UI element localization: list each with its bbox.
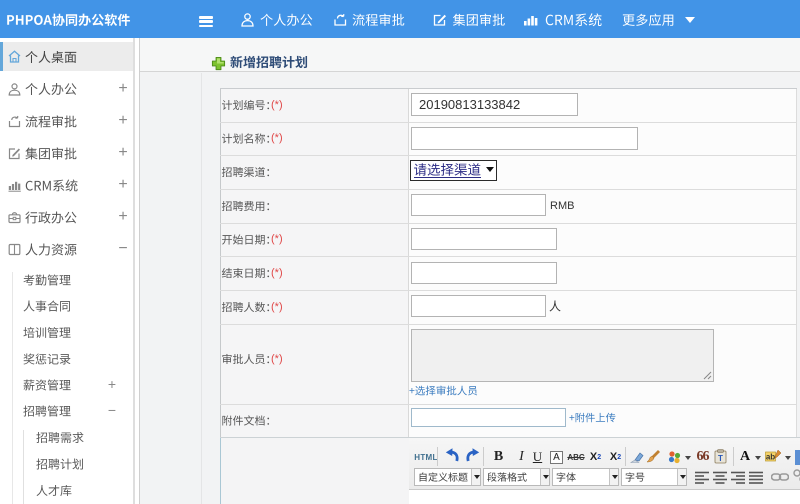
svg-text:ab: ab — [766, 453, 775, 462]
svg-text:T: T — [718, 454, 723, 463]
